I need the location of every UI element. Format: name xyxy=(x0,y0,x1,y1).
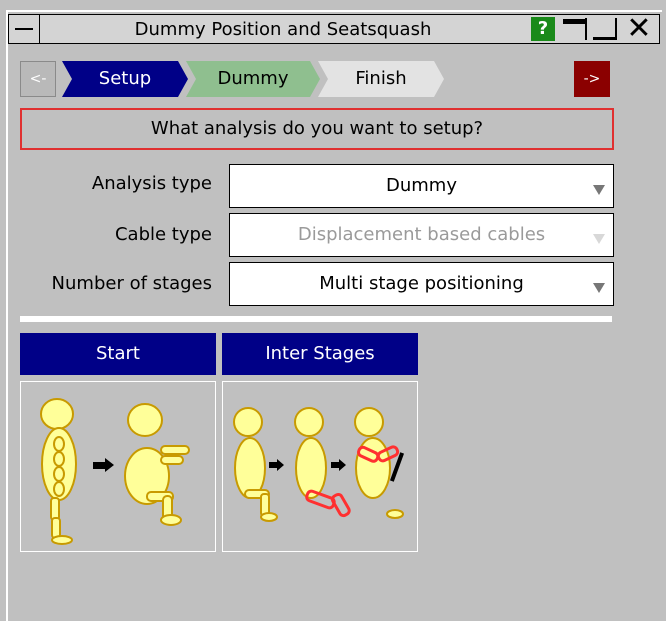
step-finish[interactable]: Finish xyxy=(318,61,444,97)
step-setup[interactable]: Setup xyxy=(62,61,188,97)
card-inter-stages-header[interactable]: Inter Stages xyxy=(222,333,418,375)
card-start-image[interactable] xyxy=(20,381,216,552)
maximize-button[interactable] xyxy=(591,18,617,40)
separator xyxy=(20,316,612,322)
window-title: Dummy Position and Seatsquash xyxy=(134,19,432,40)
cable-type-select: Displacement based cables xyxy=(229,213,614,257)
step-dummy[interactable]: Dummy xyxy=(186,61,320,97)
cable-type-value: Displacement based cables xyxy=(297,224,546,245)
dummy-inter-stages-icon xyxy=(233,407,405,522)
cable-type-label: Cable type xyxy=(114,224,212,245)
back-button[interactable]: <- xyxy=(20,61,56,97)
minimize-button[interactable] xyxy=(561,18,587,40)
number-of-stages-select[interactable]: Multi stage positioning xyxy=(229,262,614,306)
analysis-type-select[interactable]: Dummy xyxy=(229,164,614,208)
next-button[interactable]: -> xyxy=(574,61,610,97)
dummy-start-positioning-icon xyxy=(40,398,190,545)
title-bar: Dummy Position and Seatsquash ? ✕ xyxy=(8,14,660,44)
dropdown-arrow-icon xyxy=(593,185,605,195)
analysis-type-label: Analysis type xyxy=(91,173,212,194)
question-banner: What analysis do you want to setup? xyxy=(20,108,614,150)
help-button[interactable]: ? xyxy=(531,17,555,41)
analysis-type-value: Dummy xyxy=(386,175,457,196)
card-start-header[interactable]: Start xyxy=(20,333,216,375)
dropdown-arrow-icon xyxy=(593,283,605,293)
close-button[interactable]: ✕ xyxy=(623,14,655,44)
number-of-stages-value: Multi stage positioning xyxy=(319,273,524,294)
number-of-stages-label: Number of stages xyxy=(51,273,212,294)
dropdown-arrow-icon xyxy=(593,234,605,244)
window-menu-button[interactable] xyxy=(9,15,40,43)
card-inter-stages-image[interactable] xyxy=(222,381,418,552)
